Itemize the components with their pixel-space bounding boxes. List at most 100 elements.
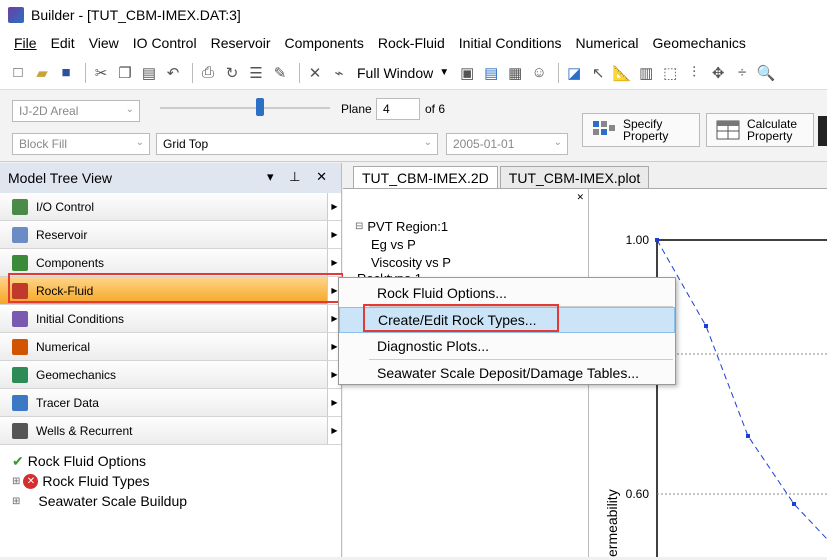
- ruler-icon[interactable]: 📐: [612, 63, 632, 83]
- menu-geomechanics[interactable]: Geomechanics: [653, 35, 746, 51]
- menu-reservoir[interactable]: Reservoir: [211, 35, 271, 51]
- series-points: [655, 238, 796, 506]
- series-point: [655, 238, 659, 242]
- fill-type-select[interactable]: Block Fill ⌄: [12, 133, 150, 155]
- grid-property-select[interactable]: Grid Top ⌄: [156, 133, 438, 155]
- print-icon[interactable]: ⎙: [198, 63, 218, 83]
- tree-item-label: PVT Region:1: [367, 218, 449, 234]
- chevron-down-icon: ⌄: [553, 137, 562, 148]
- menu-item-seawater-scale-tables[interactable]: Seawater Scale Deposit/Damage Tables...: [339, 360, 675, 386]
- rock-fluid-highlight: [8, 273, 344, 303]
- tree-item-rock-fluid-options[interactable]: ✔ Rock Fluid Options: [12, 451, 341, 471]
- menu-view[interactable]: View: [89, 35, 119, 51]
- paste-icon[interactable]: ▤: [139, 63, 159, 83]
- tree-section-initial-conditions[interactable]: Initial Conditions ▶: [0, 305, 341, 333]
- plane-value: 4: [383, 102, 390, 116]
- chevron-down-icon: ▼: [439, 67, 450, 78]
- geomechanics-icon: [12, 366, 28, 383]
- tree-section-numerical[interactable]: Numerical ▶: [0, 333, 341, 361]
- collapse-icon[interactable]: ⊟: [355, 221, 363, 232]
- menu-initial-conditions[interactable]: Initial Conditions: [459, 35, 562, 51]
- save-icon[interactable]: ■: [56, 63, 76, 83]
- check-icon: ✔: [12, 452, 24, 469]
- cut-icon[interactable]: ✂: [91, 63, 111, 83]
- tree-item-seawater-scale[interactable]: ⊞ Seawater Scale Buildup: [12, 491, 341, 511]
- tree-item-pvt-region[interactable]: ⊟ PVT Region:1: [355, 217, 588, 235]
- undo-icon[interactable]: ↶: [163, 63, 183, 83]
- refresh-icon[interactable]: ↻: [222, 63, 242, 83]
- tree-section-reservoir[interactable]: Reservoir ▶: [0, 221, 341, 249]
- tree-section-geomechanics[interactable]: Geomechanics ▶: [0, 361, 341, 389]
- view-type-value: IJ-2D Areal: [19, 104, 79, 118]
- toolbar-divider: [299, 62, 300, 83]
- view-type-select[interactable]: IJ-2D Areal ⌄: [12, 100, 140, 122]
- specify-property-button[interactable]: Specify Property: [582, 113, 700, 147]
- tree-item-rock-fluid-types[interactable]: ⊞ ✕ Rock Fluid Types: [12, 471, 341, 491]
- chevron-right-icon[interactable]: ▶: [327, 417, 341, 444]
- chevron-right-icon[interactable]: ▶: [327, 221, 341, 248]
- expand-icon[interactable]: ⊞: [12, 476, 20, 487]
- menu-rock-fluid[interactable]: Rock-Fluid: [378, 35, 445, 51]
- new-file-icon[interactable]: □: [8, 63, 28, 83]
- calculate-property-button[interactable]: Calculate Property: [706, 113, 814, 147]
- tree-item-viscosity-vs-p[interactable]: Viscosity vs P: [355, 253, 588, 271]
- chevron-right-icon[interactable]: ▶: [327, 249, 341, 276]
- tree-section-wells-recurrent[interactable]: Wells & Recurrent ▶: [0, 417, 341, 445]
- zoom-icon[interactable]: 🔍: [756, 63, 776, 83]
- model-tree-panel: Model Tree View ▾ ⊥ ✕ I/O Control ▶ Reserv…: [0, 163, 342, 557]
- menu-item-diagnostic-plots[interactable]: Diagnostic Plots...: [339, 333, 675, 359]
- tree-item-label: Viscosity vs P: [371, 254, 451, 270]
- copy-icon[interactable]: ❐: [115, 63, 135, 83]
- grid-property-value: Grid Top: [163, 137, 209, 151]
- menu-item-rock-fluid-options[interactable]: Rock Fluid Options...: [339, 280, 675, 306]
- plane-slider-track[interactable]: [160, 107, 330, 109]
- select-icon[interactable]: ◪: [564, 63, 584, 83]
- menu-components[interactable]: Components: [285, 35, 364, 51]
- align-icon[interactable]: ☰: [246, 63, 266, 83]
- probe-icon[interactable]: ⌁: [329, 63, 349, 83]
- plane-slider-thumb[interactable]: [256, 98, 264, 116]
- divide-icon[interactable]: ÷: [732, 63, 752, 83]
- app-logo-icon: [8, 7, 24, 23]
- series-point: [746, 434, 750, 438]
- tree-section-label: Wells & Recurrent: [36, 423, 133, 438]
- expand-icon[interactable]: ⊞: [12, 496, 20, 507]
- tree-section-i-o-control[interactable]: I/O Control ▶: [0, 193, 341, 221]
- properties-icon[interactable]: ▣: [457, 63, 477, 83]
- tree-section-tracer-data[interactable]: Tracer Data ▶: [0, 389, 341, 417]
- menu-file[interactable]: File: [14, 35, 37, 51]
- chevron-right-icon[interactable]: ▶: [327, 389, 341, 416]
- extra-tool-icon[interactable]: [818, 116, 827, 146]
- close-icon[interactable]: ✕: [576, 192, 584, 203]
- tab-plot[interactable]: TUT_CBM-IMEX.plot: [499, 166, 650, 188]
- table-icon[interactable]: ▦: [505, 63, 525, 83]
- edit-icon[interactable]: ✎: [270, 63, 290, 83]
- move-icon[interactable]: ✥: [708, 63, 728, 83]
- plane-input[interactable]: 4: [376, 98, 420, 120]
- tree-item-eg-vs-p[interactable]: Eg vs P: [355, 235, 588, 253]
- tab-2d-view[interactable]: TUT_CBM-IMEX.2D: [353, 166, 498, 188]
- cross-section-icon[interactable]: ✕: [305, 63, 325, 83]
- panel-controls[interactable]: ▾ ⊥ ✕: [267, 169, 333, 185]
- series-point: [704, 324, 708, 328]
- chevron-right-icon[interactable]: ▶: [327, 193, 341, 220]
- zoom-box-icon[interactable]: ⬚: [660, 63, 680, 83]
- numerical-icon: [12, 338, 28, 355]
- tree-view-icon[interactable]: ▤: [481, 63, 501, 83]
- smiley-icon[interactable]: ☺: [529, 63, 549, 83]
- open-file-icon[interactable]: ▰: [32, 63, 52, 83]
- chevron-down-icon: ⌄: [423, 137, 432, 148]
- view-mode-select[interactable]: Full Window ▼: [353, 62, 453, 84]
- date-select[interactable]: 2005-01-01 ⌄: [446, 133, 568, 155]
- menu-io-control[interactable]: IO Control: [133, 35, 197, 51]
- pointer-icon[interactable]: ↖: [588, 63, 608, 83]
- date-value: 2005-01-01: [453, 137, 515, 151]
- io-control-icon: [12, 198, 28, 215]
- rock-fluid-tree: ✔ Rock Fluid Options ⊞ ✕ Rock Fluid Type…: [0, 445, 341, 511]
- calculate-property-label: Calculate Property: [747, 117, 798, 143]
- menu-numerical[interactable]: Numerical: [576, 35, 639, 51]
- grid-icon[interactable]: ▥: [636, 63, 656, 83]
- well-icon[interactable]: ⫶: [684, 63, 704, 83]
- view-mode-value: Full Window: [357, 64, 434, 81]
- menu-edit[interactable]: Edit: [51, 35, 75, 51]
